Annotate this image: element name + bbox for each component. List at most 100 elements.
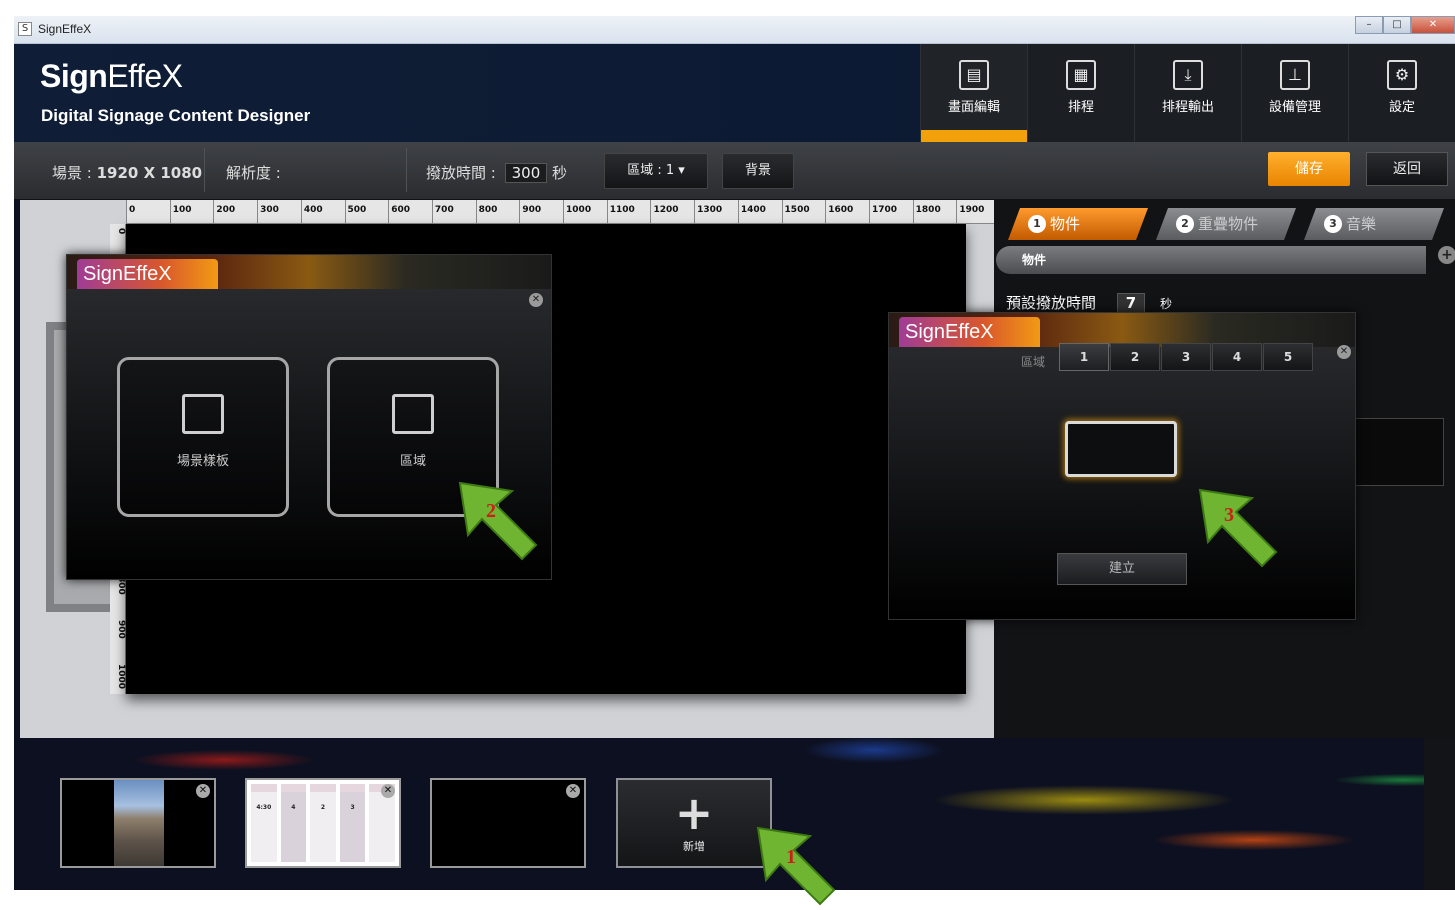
default-time-unit: 秒: [1160, 297, 1173, 311]
nav-device-management[interactable]: ⊥ 設備管理: [1241, 44, 1348, 142]
brand-logo: SignEffeX: [40, 58, 183, 95]
region-tab-4[interactable]: 4: [1212, 343, 1262, 371]
ruler-tick: 200: [213, 200, 257, 223]
thumbnail-image: 4:30 4 2 3: [247, 780, 399, 866]
arrow-icon: [458, 481, 538, 561]
window-controls: – □ ✕: [1355, 16, 1455, 34]
region-layout-icon: [392, 394, 434, 434]
brand-sign: Sign: [40, 58, 108, 94]
region-tab-1[interactable]: 1: [1059, 343, 1109, 371]
create-button[interactable]: 建立: [1057, 553, 1187, 585]
dialog-close-button[interactable]: ✕: [1337, 345, 1351, 359]
scene-value: 1920 X 1080: [96, 164, 203, 182]
back-button[interactable]: 返回: [1366, 152, 1448, 186]
region-tab-2[interactable]: 2: [1110, 343, 1160, 371]
ruler-tick: 1000: [563, 200, 607, 223]
tab-overlay-objects[interactable]: 2 重疊物件: [1156, 208, 1296, 240]
title-bar: S SignEffeX – □ ✕: [14, 16, 1455, 44]
tab-music[interactable]: 3 音樂: [1304, 208, 1444, 240]
dialog-header: SignEffeX: [67, 255, 551, 289]
scene-thumbnail[interactable]: ✕: [60, 778, 216, 868]
default-time-input[interactable]: 7: [1116, 293, 1146, 313]
tab-number: 1: [1028, 215, 1046, 233]
region-select[interactable]: 區域 : 1 ▾: [604, 153, 708, 189]
annotation-3: 3: [1224, 504, 1234, 526]
nav-label: 設定: [1388, 100, 1415, 115]
scene-label: 場景 :: [52, 164, 92, 182]
template-icon: [182, 394, 224, 434]
nav-settings[interactable]: ⚙ 設定: [1348, 44, 1455, 142]
remove-scene-icon[interactable]: ✕: [196, 784, 210, 798]
save-button[interactable]: 儲存: [1268, 152, 1350, 186]
divider: [204, 148, 205, 192]
thumb-item: 3: [339, 784, 366, 862]
tab-number: 2: [1176, 215, 1194, 233]
layout-preview[interactable]: [1065, 421, 1177, 477]
ruler-tick: 1800: [912, 200, 957, 223]
option-label: 場景樣板: [176, 454, 229, 469]
default-time-label: 預設撥放時間: [1006, 294, 1097, 312]
nav-label: 排程: [1067, 100, 1094, 115]
ruler-tick: 500: [344, 200, 389, 223]
scene-template-option[interactable]: 場景樣板: [117, 357, 289, 517]
nav-screen-edit[interactable]: ▤ 畫面編輯: [920, 44, 1027, 142]
ruler-horizontal: 0 100 200 300 400 500 600 700 800 900 10…: [126, 200, 1000, 224]
brand-effex: EffeX: [107, 58, 183, 94]
minimize-button[interactable]: –: [1355, 16, 1383, 34]
app-window: S SignEffeX – □ ✕ SignEffeX Digital Sign…: [0, 0, 1455, 906]
ruler-tick: 1400: [737, 200, 782, 223]
remove-scene-icon[interactable]: ✕: [381, 784, 395, 798]
thumb-item: 4:30: [251, 784, 277, 862]
brand-subtitle: Digital Signage Content Designer: [41, 106, 311, 125]
nav-label: 排程輸出: [1161, 100, 1214, 115]
export-icon: ⤓: [1173, 60, 1203, 90]
gear-icon: ⚙: [1387, 60, 1417, 90]
section-header: 物件: [996, 246, 1426, 274]
ruler-tick: 600: [388, 200, 432, 223]
ruler-tick: 800: [475, 200, 520, 223]
maximize-button[interactable]: □: [1383, 16, 1411, 34]
device-icon: ⊥: [1280, 60, 1310, 90]
nav-label: 畫面編輯: [947, 100, 1000, 115]
ruler-tick: 900: [519, 200, 563, 223]
default-time: 預設撥放時間 7 秒: [1006, 292, 1172, 313]
window-title: SignEffeX: [38, 22, 92, 36]
close-window-button[interactable]: ✕: [1411, 16, 1455, 34]
dialog-logo: SignEffeX: [77, 259, 218, 289]
divider: [406, 148, 407, 192]
arrow-icon: [1198, 488, 1278, 568]
thumb-item: 2: [310, 784, 336, 862]
region-tab-5[interactable]: 5: [1263, 343, 1313, 371]
ruler-tick: 1300: [694, 200, 738, 223]
ruler-tick: 400: [300, 200, 345, 223]
ruler-tick: 300: [257, 200, 301, 223]
ruler-tick: 900: [116, 620, 126, 639]
playtime-input[interactable]: 300: [504, 163, 548, 183]
remove-scene-icon[interactable]: ✕: [566, 784, 580, 798]
playtime-label: 撥放時間 :: [426, 164, 496, 182]
ruler-tick: 0: [126, 200, 170, 223]
tab-label: 物件: [1050, 215, 1081, 233]
editor-toolbar: 場景 : 1920 X 1080 解析度 : 撥放時間 : 300 秒 區域 :…: [14, 142, 1455, 200]
tab-objects[interactable]: 1 物件: [1008, 208, 1148, 240]
nav-schedule-export[interactable]: ⤓ 排程輸出: [1134, 44, 1241, 142]
ruler-tick: 0: [116, 228, 126, 235]
thumbnail-image: [114, 780, 164, 866]
app-icon: S: [18, 22, 32, 36]
dialog-close-button[interactable]: ✕: [529, 293, 543, 307]
scene-info: 場景 : 1920 X 1080: [52, 162, 202, 183]
region-label: 區域: [1021, 355, 1046, 369]
ruler-tick: 1100: [606, 200, 651, 223]
background-button[interactable]: 背景: [722, 153, 794, 189]
panel-tabs: 1 物件 2 重疊物件 3 音樂: [1008, 208, 1455, 244]
add-scene-button[interactable]: + 新增: [616, 778, 772, 868]
dialog-logo: SignEffeX: [899, 317, 1040, 347]
nav-schedule[interactable]: ▦ 排程: [1027, 44, 1134, 142]
scene-thumbnail[interactable]: ✕: [430, 778, 586, 868]
scene-thumbnail[interactable]: 4:30 4 2 3 ✕: [245, 778, 401, 868]
tab-label: 重疊物件: [1198, 215, 1259, 233]
ruler-tick: 1500: [781, 200, 826, 223]
region-tab-3[interactable]: 3: [1161, 343, 1211, 371]
add-object-button[interactable]: +: [1438, 246, 1455, 264]
nav-label: 設備管理: [1268, 100, 1321, 115]
